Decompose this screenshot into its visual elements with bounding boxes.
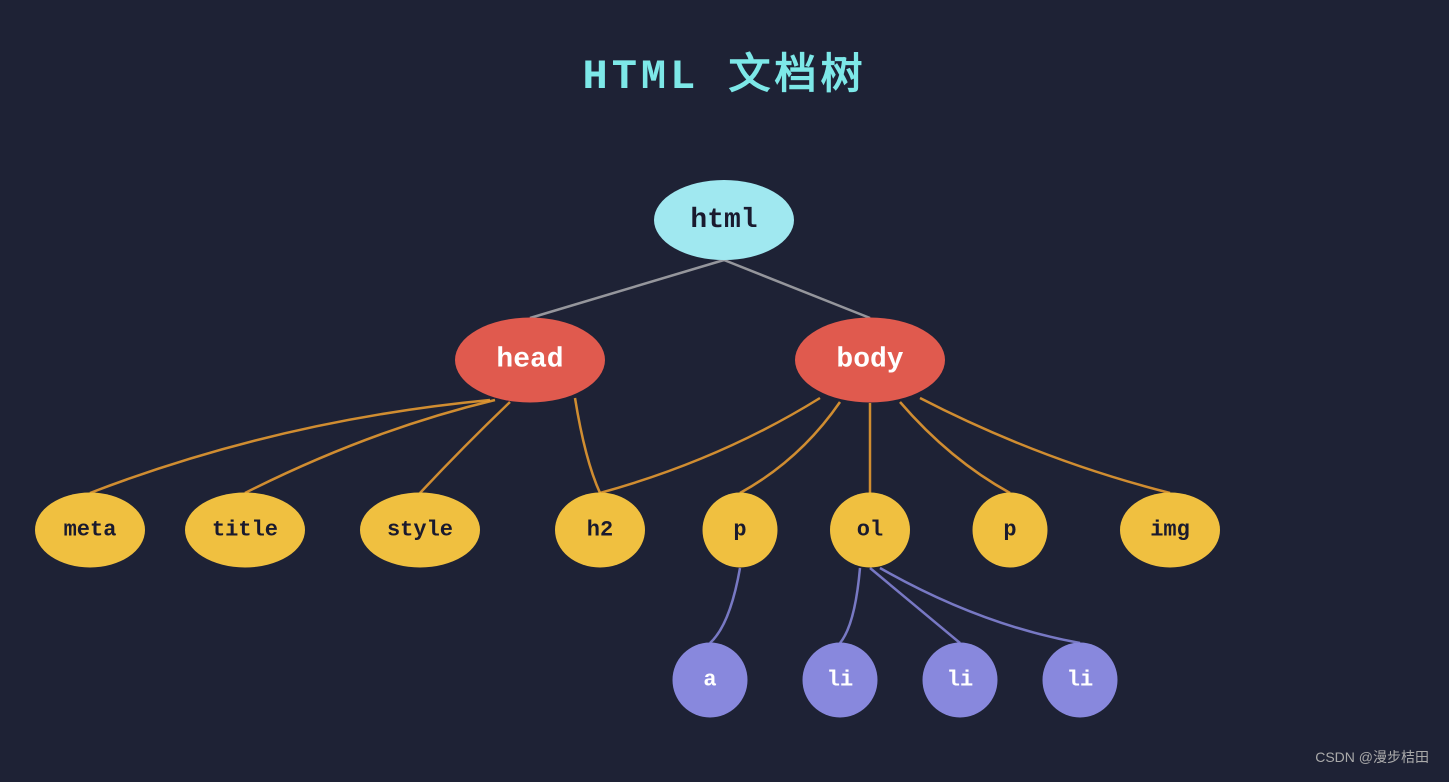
tree-diagram: html head body meta title style h2 p ol … [0, 0, 1449, 782]
node-li1: li [803, 643, 878, 718]
node-head: head [455, 318, 605, 403]
node-meta: meta [35, 493, 145, 568]
node-body: body [795, 318, 945, 403]
node-html: html [654, 180, 794, 260]
node-p1: p [703, 493, 778, 568]
node-img: img [1120, 493, 1220, 568]
node-li2: li [923, 643, 998, 718]
node-p2: p [973, 493, 1048, 568]
node-h2: h2 [555, 493, 645, 568]
node-ol: ol [830, 493, 910, 568]
node-style: style [360, 493, 480, 568]
node-title: title [185, 493, 305, 568]
node-a: a [673, 643, 748, 718]
node-li3: li [1043, 643, 1118, 718]
watermark: CSDN @漫步桔田 [1315, 747, 1429, 767]
